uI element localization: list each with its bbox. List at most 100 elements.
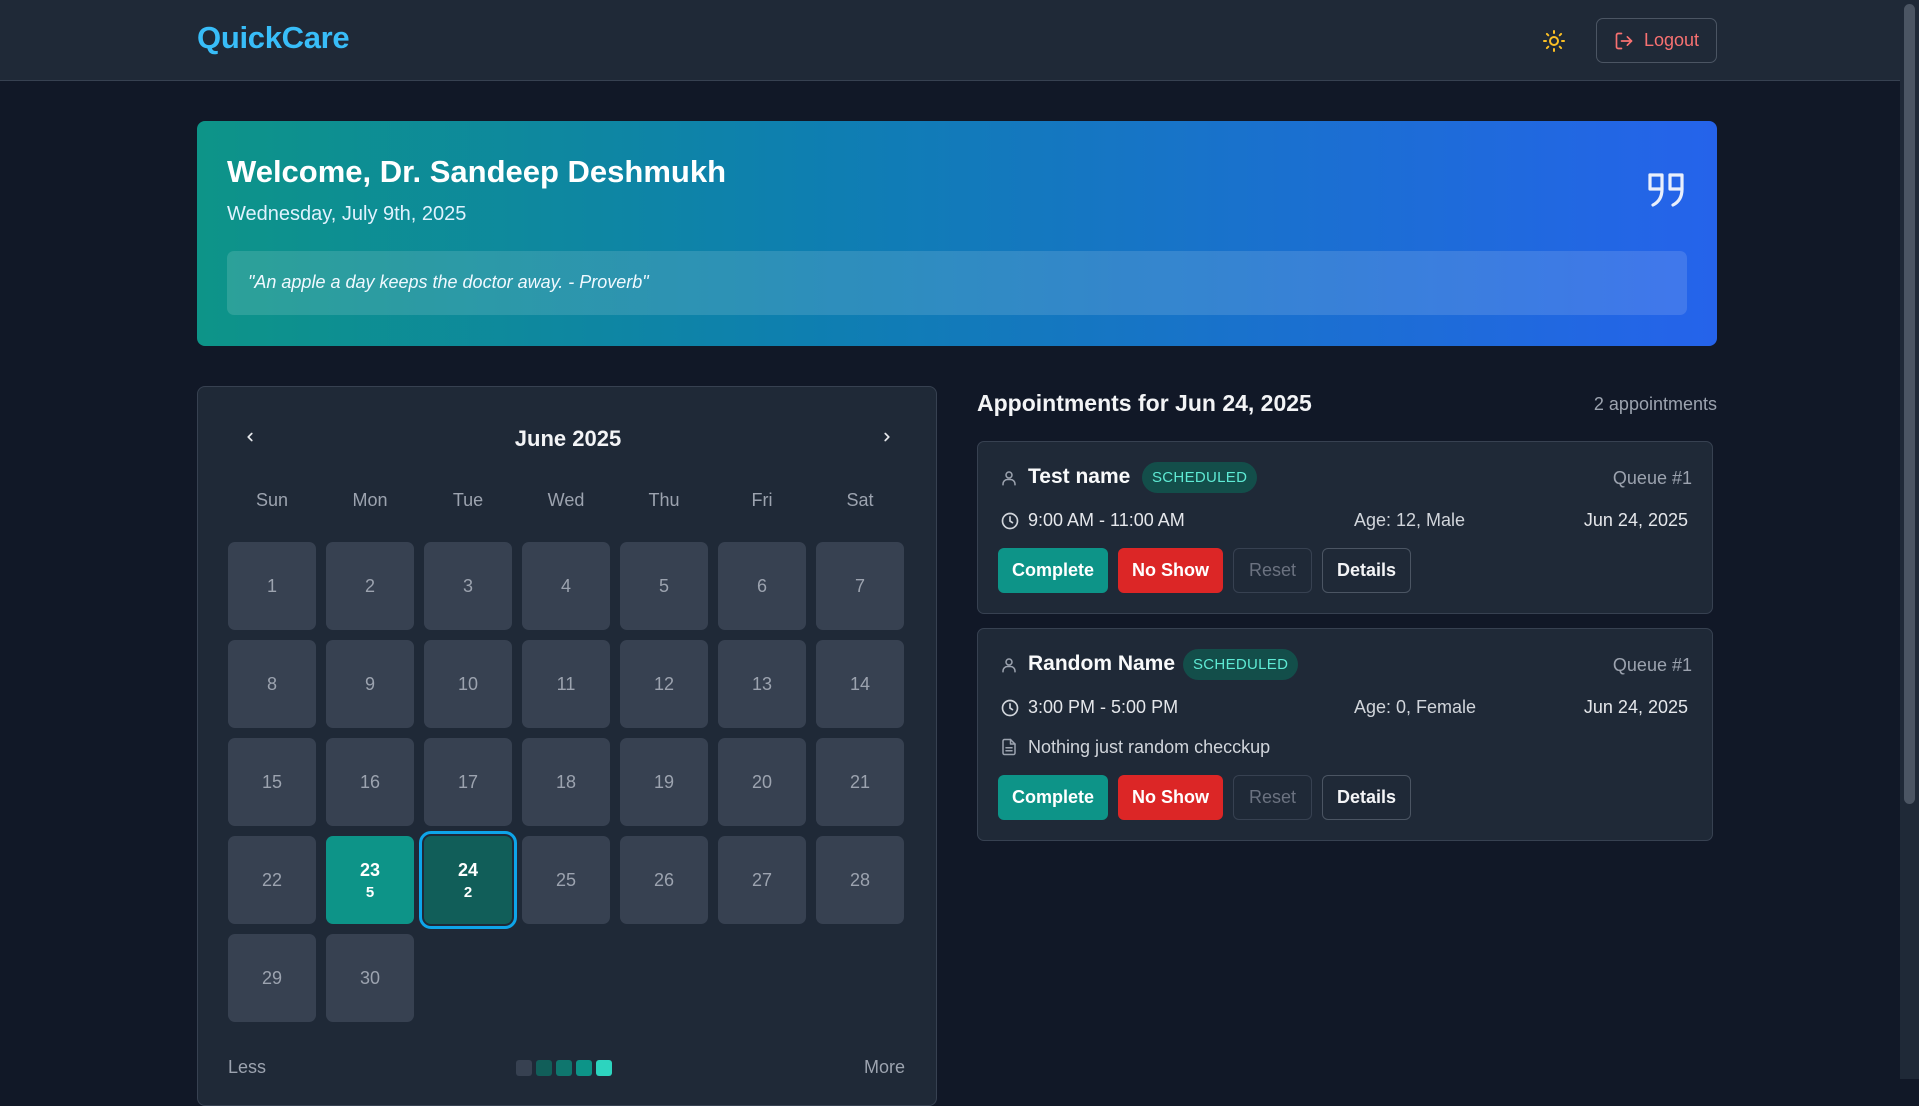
next-month-button[interactable] <box>875 425 899 449</box>
day-number: 2 <box>364 575 375 596</box>
day-number: 5 <box>658 575 669 596</box>
day-number: 18 <box>555 771 577 792</box>
appointments-count: 2 appointments <box>1593 394 1717 414</box>
status-badge: SCHEDULED <box>1142 462 1258 493</box>
appointment-card: Random Name SCHEDULED Queue #1 3:00 PM -… <box>977 628 1713 841</box>
reset-button[interactable]: Reset <box>1233 775 1312 820</box>
no-show-button[interactable]: No Show <box>1118 548 1223 593</box>
calendar-day[interactable]: 14 <box>816 640 904 728</box>
day-number: 3 <box>462 575 473 596</box>
day-number: 30 <box>359 967 381 988</box>
appointment-date: Jun 24, 2025 <box>1583 697 1688 717</box>
legend-swatch <box>536 1060 552 1076</box>
appointment-calendar: June 2025 Sun Mon Tue Wed Thu Fri Sat 12345678… <box>197 386 937 1106</box>
weekday-header: Fri <box>751 490 773 510</box>
calendar-day[interactable]: 4 <box>522 542 610 630</box>
calendar-day[interactable]: 1 <box>228 542 316 630</box>
complete-button[interactable]: Complete <box>998 775 1108 820</box>
legend-swatch <box>596 1060 612 1076</box>
queue-number: Queue #1 <box>1612 655 1692 675</box>
calendar-day[interactable]: 6 <box>718 542 806 630</box>
day-number: 26 <box>653 869 675 890</box>
calendar-day[interactable]: 2 <box>326 542 414 630</box>
calendar-day[interactable]: 19 <box>620 738 708 826</box>
appointment-count: 5 <box>365 883 375 901</box>
details-button[interactable]: Details <box>1322 775 1411 820</box>
user-icon <box>1002 471 1016 486</box>
day-number: 29 <box>261 967 283 988</box>
calendar-day[interactable]: 11 <box>522 640 610 728</box>
current-date: Wednesday, July 9th, 2025 <box>227 203 467 225</box>
calendar-day[interactable]: 13 <box>718 640 806 728</box>
appointments-heading: Appointments for Jun 24, 2025 <box>977 390 1312 416</box>
day-number: 25 <box>555 869 577 890</box>
welcome-banner: Welcome, Dr. Sandeep Deshmukh Wednesday,… <box>197 121 1717 346</box>
calendar-day[interactable]: 8 <box>228 640 316 728</box>
calendar-day[interactable]: 20 <box>718 738 806 826</box>
quote-text: "An apple a day keeps the doctor away. -… <box>248 272 649 292</box>
calendar-day[interactable]: 26 <box>620 836 708 924</box>
calendar-day[interactable]: 10 <box>424 640 512 728</box>
theme-toggle-button[interactable] <box>1536 26 1572 56</box>
scrollbar-thumb[interactable] <box>1904 4 1915 804</box>
queue-number: Queue #1 <box>1612 468 1692 488</box>
calendar-day[interactable]: 22 <box>228 836 316 924</box>
sun-icon <box>1543 30 1565 52</box>
weekday-header: Thu <box>648 490 680 510</box>
appointment-time: 3:00 PM - 5:00 PM <box>1028 697 1179 717</box>
legend-less-label: Less <box>228 1057 267 1077</box>
day-number: 23 <box>359 859 381 880</box>
top-navbar: QuickCare Logout <box>0 0 1900 81</box>
user-icon <box>1002 658 1016 673</box>
logout-button[interactable]: Logout <box>1596 18 1717 63</box>
patient-age-gender: Age: 0, Female <box>1354 697 1477 717</box>
day-number: 12 <box>653 673 675 694</box>
calendar-day[interactable]: 29 <box>228 934 316 1022</box>
calendar-day[interactable]: 21 <box>816 738 904 826</box>
calendar-day[interactable]: 3 <box>424 542 512 630</box>
calendar-day[interactable]: 27 <box>718 836 806 924</box>
weekday-header: Sun <box>255 490 289 510</box>
appointment-count: 2 <box>463 883 473 901</box>
calendar-day[interactable]: 16 <box>326 738 414 826</box>
weekday-header: Mon <box>352 490 388 510</box>
brand-logo[interactable]: QuickCare <box>197 20 350 56</box>
day-number: 17 <box>457 771 479 792</box>
day-number: 28 <box>849 869 871 890</box>
calendar-day[interactable]: 12 <box>620 640 708 728</box>
calendar-day[interactable]: 9 <box>326 640 414 728</box>
welcome-title: Welcome, Dr. Sandeep Deshmukh <box>227 154 727 189</box>
calendar-day[interactable]: 7 <box>816 542 904 630</box>
legend-swatch <box>556 1060 572 1076</box>
no-show-button[interactable]: No Show <box>1118 775 1223 820</box>
day-number: 14 <box>849 673 871 694</box>
day-number: 10 <box>457 673 479 694</box>
reset-button[interactable]: Reset <box>1233 548 1312 593</box>
quote-icon <box>1648 173 1684 207</box>
weekday-header: Wed <box>547 490 585 510</box>
calendar-month-label: June 2025 <box>514 426 622 451</box>
day-number: 7 <box>854 575 865 596</box>
appointment-card: Test name SCHEDULED Queue #1 9:00 AM - 1… <box>977 441 1713 614</box>
complete-button[interactable]: Complete <box>998 548 1108 593</box>
calendar-day[interactable]: 24 2 <box>419 831 517 929</box>
calendar-day[interactable]: 17 <box>424 738 512 826</box>
calendar-day[interactable]: 28 <box>816 836 904 924</box>
day-number: 4 <box>560 575 571 596</box>
legend-more-label: More <box>864 1057 906 1077</box>
day-number: 13 <box>751 673 773 694</box>
calendar-day[interactable]: 15 <box>228 738 316 826</box>
patient-name: Random Name <box>1028 652 1176 675</box>
day-number: 1 <box>266 575 277 596</box>
weekday-header: Sat <box>846 490 874 510</box>
calendar-day[interactable]: 30 <box>326 934 414 1022</box>
appointment-date: Jun 24, 2025 <box>1583 510 1688 530</box>
details-button[interactable]: Details <box>1322 548 1411 593</box>
calendar-day[interactable]: 25 <box>522 836 610 924</box>
document-icon <box>1002 738 1016 756</box>
logout-label: Logout <box>1643 30 1700 50</box>
calendar-day[interactable]: 23 5 <box>326 836 414 924</box>
calendar-day[interactable]: 5 <box>620 542 708 630</box>
calendar-day[interactable]: 18 <box>522 738 610 826</box>
logout-icon <box>1615 32 1633 49</box>
